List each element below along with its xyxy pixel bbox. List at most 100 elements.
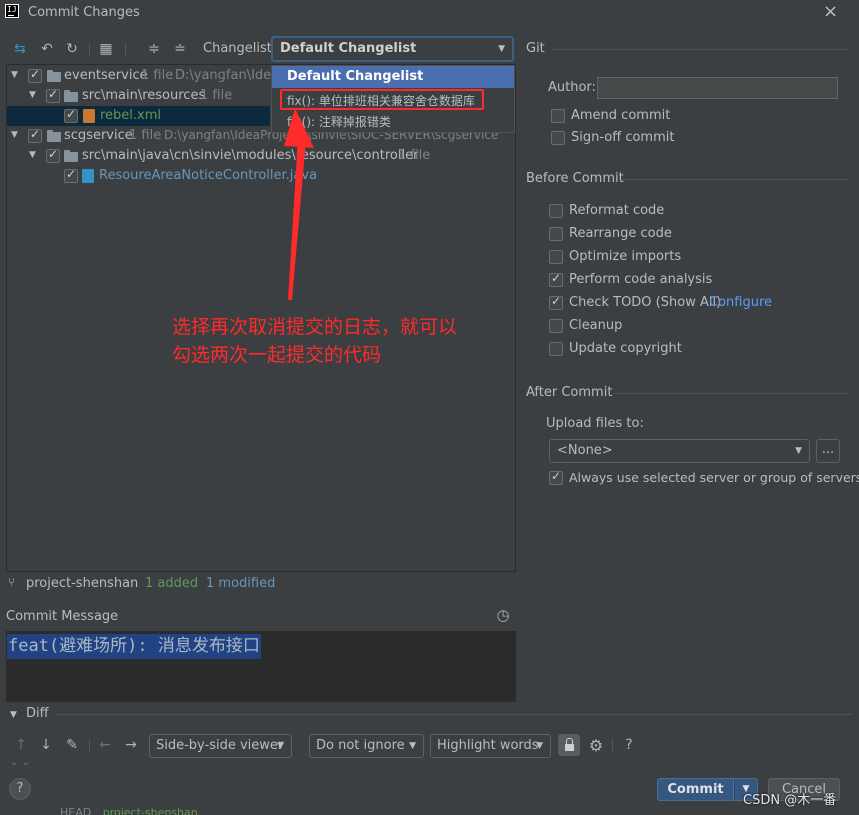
chevron-down-icon: ▼ — [536, 741, 543, 751]
analysis-label: Perform code analysis — [569, 272, 713, 287]
expand-all-icon[interactable]: ≑ — [145, 40, 163, 58]
expand-triangle-icon[interactable]: ▼ — [11, 130, 18, 140]
tree-row-eventservice[interactable]: ▼ eventservice 1 file D:\yangfan\Idea — [6, 66, 306, 86]
app-icon: IJ — [5, 4, 19, 18]
cleanup-checkbox[interactable] — [549, 319, 563, 333]
diff-title: Diff — [26, 706, 49, 721]
file-count: 1 file — [129, 128, 162, 143]
chevron-down-icon: ▼ — [498, 44, 505, 54]
folder-icon — [64, 150, 78, 162]
file-count: 1 file — [200, 88, 233, 103]
edit-source-icon[interactable]: ✎ — [63, 736, 81, 754]
file-count: 1 file — [398, 148, 431, 163]
rollback-icon[interactable]: ↶ — [38, 40, 56, 58]
analysis-checkbox[interactable] — [549, 271, 563, 287]
commit-button[interactable]: Commit — [657, 778, 734, 801]
commit-message-label: Commit Message — [6, 609, 119, 624]
tree-row-controller[interactable]: ▼ src\main\java\cn\sinvie\modules\resour… — [6, 146, 514, 166]
dropdown-item-default[interactable]: Default Changelist — [272, 66, 514, 88]
highlight-select[interactable]: Highlight words ▼ — [430, 734, 551, 758]
branch-icon: ⑂ — [8, 575, 16, 589]
chevron-down-icon: ▼ — [277, 741, 284, 751]
diff-toolbar: ↑ ↓ ✎ ← → Side-by-side viewer ▼ Do not i… — [0, 733, 859, 759]
rearrange-label: Rearrange code — [569, 226, 672, 241]
changelist-label: Changelist: — [203, 41, 277, 56]
checkbox[interactable] — [64, 107, 78, 123]
tree-row-rebel-xml[interactable]: rebel.xml — [7, 106, 270, 126]
history-icon[interactable]: ◷ — [494, 606, 512, 624]
help-button[interactable]: ? — [9, 778, 31, 800]
arrow-shaft — [288, 138, 306, 300]
optimize-label: Optimize imports — [569, 249, 682, 264]
diff-area-edge: ⌄ ⌄ — [10, 760, 30, 768]
browse-button[interactable]: ... — [816, 439, 840, 463]
rearrange-checkbox[interactable] — [549, 227, 563, 241]
configure-link[interactable]: Configure — [709, 295, 772, 310]
checkbox[interactable] — [28, 127, 42, 143]
optimize-checkbox[interactable] — [549, 250, 563, 264]
module-name: scgservice — [64, 128, 133, 143]
next-diff-icon[interactable]: ↓ — [37, 736, 55, 754]
reformat-checkbox[interactable] — [549, 204, 563, 218]
after-commit-title: After Commit — [526, 385, 613, 400]
commit-message-editor[interactable]: feat(避难场所): 消息发布接口 — [6, 631, 516, 702]
xml-file-icon — [83, 109, 95, 123]
amend-checkbox[interactable] — [551, 109, 565, 123]
diff-collapse-icon[interactable]: ▼ — [10, 710, 17, 720]
checkbox[interactable] — [46, 147, 60, 163]
upload-select[interactable]: <None> ▼ — [549, 439, 810, 463]
cleanup-label: Cleanup — [569, 318, 623, 333]
checkbox[interactable] — [28, 67, 42, 83]
tree-row-resources[interactable]: ▼ src\main\resources 1 file — [6, 86, 306, 106]
refresh-icon[interactable]: ↻ — [63, 40, 81, 58]
bottom-branch-strip: HEAD project-shenshan — [60, 807, 198, 815]
viewer-select[interactable]: Side-by-side viewer ▼ — [149, 734, 292, 758]
annotation-line-1: 选择再次取消提交的日志，就可以 — [172, 316, 458, 338]
signoff-checkbox[interactable] — [551, 131, 565, 145]
file-name: rebel.xml — [100, 108, 162, 123]
upload-label: Upload files to: — [546, 416, 644, 431]
move-to-changelist-icon[interactable]: ⇆ — [11, 40, 29, 58]
annotation-line-2: 勾选两次一起提交的代码 — [172, 344, 382, 366]
gear-icon[interactable]: ⚙ — [587, 736, 605, 755]
module-path: D:\yangfan\Idea — [175, 68, 280, 83]
added-count: 1 added — [145, 576, 199, 591]
help-icon[interactable]: ? — [620, 736, 638, 754]
module-folder-icon — [47, 130, 61, 142]
back-icon[interactable]: ← — [96, 736, 114, 754]
always-use-label: Always use selected server or group of s… — [569, 470, 859, 485]
modified-count: 1 modified — [206, 576, 276, 591]
author-input[interactable] — [597, 77, 838, 99]
folder-name: src\main\resources — [82, 88, 206, 103]
amend-label: Amend commit — [571, 108, 671, 123]
annotation-arrow — [284, 108, 314, 300]
todo-label: Check TODO (Show All) — [569, 295, 722, 310]
forward-icon[interactable]: → — [122, 736, 140, 754]
module-folder-icon — [47, 70, 61, 82]
project-name: project-shenshan — [26, 576, 139, 591]
todo-checkbox[interactable] — [549, 294, 563, 310]
chevron-down-icon: ▼ — [795, 446, 802, 456]
close-icon[interactable]: × — [823, 1, 838, 22]
java-file-icon — [82, 169, 94, 183]
collapse-all-icon[interactable]: ≐ — [171, 40, 189, 58]
toolbar: ⇆ ↶ ↻ ▦ ≑ ≐ Changelist: — [0, 36, 276, 62]
file-count: 1 file — [141, 68, 174, 83]
group-by-icon[interactable]: ▦ — [97, 40, 115, 58]
expand-triangle-icon[interactable]: ▼ — [29, 90, 36, 100]
checkbox[interactable] — [46, 87, 60, 103]
prev-diff-icon[interactable]: ↑ — [12, 736, 30, 754]
changelist-select[interactable]: Default Changelist ▼ — [271, 36, 514, 62]
always-use-checkbox[interactable] — [549, 469, 563, 485]
expand-triangle-icon[interactable]: ▼ — [11, 70, 18, 80]
commit-message-text: feat(避难场所): 消息发布接口 — [7, 634, 261, 659]
checkbox[interactable] — [64, 167, 78, 183]
copyright-checkbox[interactable] — [549, 342, 563, 356]
expand-triangle-icon[interactable]: ▼ — [29, 150, 36, 160]
window-title: Commit Changes — [28, 5, 140, 20]
reformat-label: Reformat code — [569, 203, 665, 218]
folder-icon — [64, 90, 78, 102]
lock-icon[interactable] — [558, 734, 580, 756]
tree-row-controller-java[interactable]: ResoureAreaNoticeController.java — [6, 166, 406, 186]
ignore-select[interactable]: Do not ignore ▼ — [309, 734, 424, 758]
